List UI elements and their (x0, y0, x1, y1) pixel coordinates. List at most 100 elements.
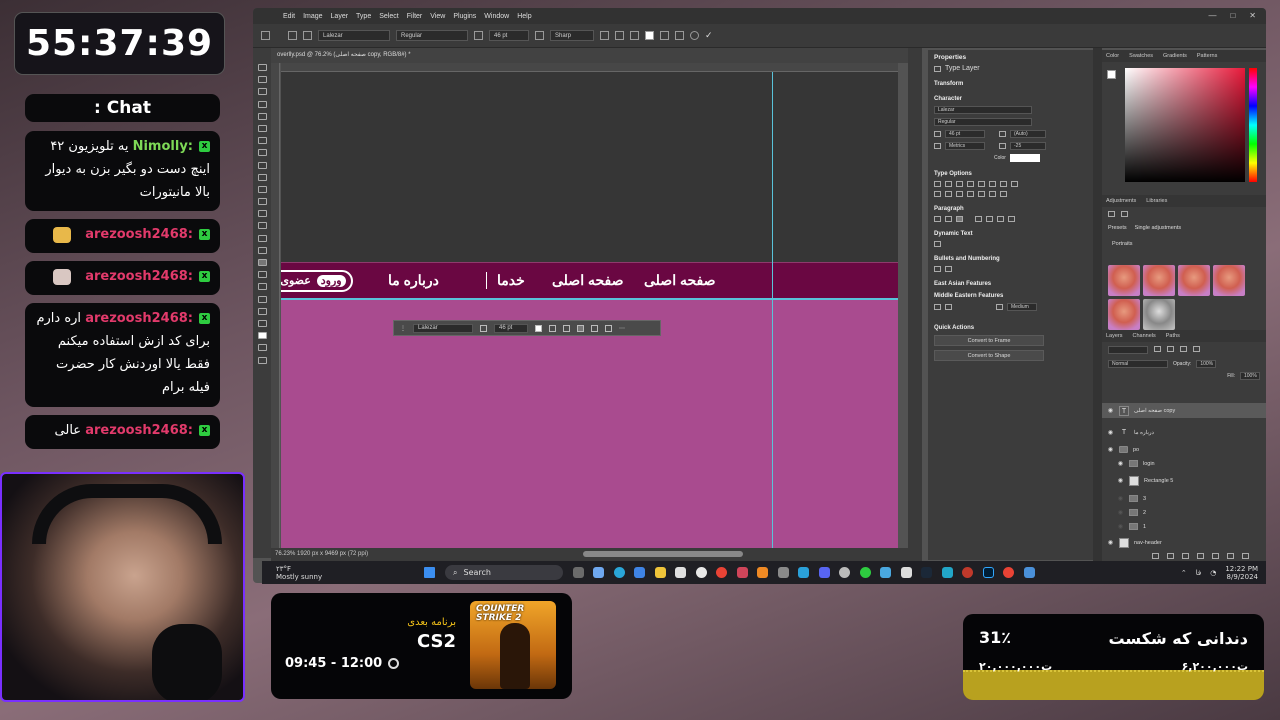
menu-plugins[interactable]: Plugins (453, 13, 476, 20)
brush-tool-icon[interactable] (257, 161, 267, 169)
type-tool-icon[interactable] (288, 31, 297, 40)
preset-thumb[interactable] (1178, 265, 1210, 296)
screen-mode-icon[interactable] (257, 356, 267, 364)
adjustment-layer-icon[interactable] (1197, 553, 1204, 559)
marquee-tool-icon[interactable] (257, 76, 267, 84)
more-options-icon[interactable]: ⋯ (619, 325, 625, 332)
float-color-swatch[interactable] (535, 324, 542, 332)
app-icon[interactable] (962, 567, 973, 578)
menu-layer[interactable]: Layer (331, 13, 349, 20)
eraser-tool-icon[interactable] (257, 198, 267, 206)
small-caps-icon[interactable] (967, 181, 974, 187)
hue-slider[interactable] (1249, 68, 1257, 182)
edge-icon[interactable] (613, 567, 625, 578)
menu-select[interactable]: Select (379, 13, 398, 20)
bullets-section[interactable]: Bullets and Numbering (934, 256, 1087, 262)
middle-eastern-section[interactable]: Middle Eastern Features (934, 293, 1087, 299)
menu-help[interactable]: Help (517, 13, 531, 20)
character-style-select[interactable]: Regular (934, 118, 1032, 126)
numbering-icon[interactable] (945, 266, 952, 272)
filter-adjust-icon[interactable] (1167, 346, 1174, 352)
dynamic-text-section[interactable]: Dynamic Text (934, 231, 1087, 237)
quick-mask-icon[interactable] (257, 344, 267, 352)
justify-center-icon[interactable] (986, 216, 993, 222)
layer-row[interactable]: ◉ 1 (1102, 519, 1266, 534)
tab-paths[interactable]: Paths (1166, 333, 1180, 339)
document-tab[interactable]: overlly.psd @ 76.2% (صفحه اصلی copy, RGB… (271, 48, 908, 63)
font-style-select[interactable]: Regular (396, 30, 468, 41)
visibility-eye-icon[interactable]: ◉ (1106, 429, 1115, 436)
color-picker-field[interactable] (1125, 68, 1245, 182)
close-window-icon[interactable]: ✕ (1249, 11, 1256, 20)
layer-row[interactable]: ◉ T درباره ما (1102, 425, 1266, 440)
warp-text-icon[interactable] (660, 31, 669, 40)
preset-thumb[interactable] (1143, 299, 1175, 330)
path-select-icon[interactable] (257, 271, 267, 279)
underline-icon[interactable] (1000, 181, 1007, 187)
store-icon[interactable] (634, 567, 645, 578)
home-icon[interactable] (261, 31, 270, 40)
justify-right-icon[interactable] (997, 216, 1004, 222)
fx-icon[interactable] (1167, 553, 1174, 559)
app-icon[interactable] (1023, 567, 1035, 578)
menu-edit[interactable]: Edit (283, 13, 295, 20)
align-right-icon[interactable] (630, 31, 639, 40)
filter-shape-icon[interactable] (1193, 346, 1200, 352)
steam-icon[interactable] (921, 567, 932, 578)
chrome-icon[interactable] (716, 567, 727, 578)
align-left-icon[interactable] (600, 31, 609, 40)
tracking-field[interactable]: -25 (1010, 142, 1046, 150)
commit-icon[interactable]: ✓ (705, 30, 713, 41)
tab-libraries[interactable]: Libraries (1146, 198, 1167, 204)
obs-icon[interactable] (839, 567, 850, 578)
app-icon[interactable] (941, 567, 953, 578)
discord-icon[interactable] (818, 567, 830, 578)
float-align-left-icon[interactable] (549, 324, 556, 332)
tab-adjustments[interactable]: Adjustments (1106, 198, 1136, 204)
east-asian-section[interactable]: East Asian Features (934, 281, 1087, 287)
app-icon[interactable] (777, 567, 789, 578)
leading-field[interactable]: (Auto) (1010, 130, 1046, 138)
link-layers-icon[interactable] (1152, 553, 1159, 559)
faux-bold-icon[interactable] (934, 181, 941, 187)
float-font-select[interactable]: Lalezar (413, 323, 473, 333)
type-options-section[interactable]: Type Options (934, 171, 1087, 177)
network-icon[interactable]: ◔ (1210, 569, 1216, 577)
cancel-icon[interactable] (690, 31, 699, 40)
alt-glyph-icon[interactable] (945, 191, 952, 197)
superscript-icon[interactable] (978, 181, 985, 187)
preset-thumb[interactable] (1143, 265, 1175, 296)
mask-icon[interactable] (1182, 553, 1189, 559)
layer-row[interactable]: ◉ login (1102, 456, 1266, 471)
visibility-eye-icon[interactable]: ◉ (1106, 407, 1115, 414)
para-center-icon[interactable] (945, 216, 952, 222)
dodge-tool-icon[interactable] (257, 234, 267, 242)
horizontal-scrollbar[interactable] (583, 551, 743, 557)
menu-type[interactable]: Type (356, 13, 371, 20)
justify-all-icon[interactable] (1008, 216, 1015, 222)
kashida-select[interactable]: Medium (1007, 303, 1037, 311)
type-tool-active-icon[interactable] (257, 259, 267, 266)
zoom-tool-icon[interactable] (257, 307, 267, 315)
layer-row[interactable]: ◉ po (1102, 442, 1266, 457)
all-caps-icon[interactable] (956, 181, 963, 187)
close-icon[interactable]: x (199, 229, 210, 240)
subscript-icon[interactable] (989, 181, 996, 187)
stamp-tool-icon[interactable] (257, 173, 267, 181)
close-icon[interactable]: x (199, 425, 210, 436)
chrome-icon[interactable] (1003, 567, 1014, 578)
widgets-icon[interactable] (593, 567, 604, 578)
tab-swatches[interactable]: Swatches (1129, 53, 1153, 59)
guide-line[interactable] (772, 72, 773, 548)
gradient-tool-icon[interactable] (257, 210, 267, 218)
stylistic-icon[interactable] (967, 191, 974, 197)
character-size-field[interactable]: 46 pt (945, 130, 985, 138)
eyedropper-icon[interactable] (257, 137, 267, 145)
menu-image[interactable]: Image (303, 13, 322, 20)
visibility-eye-icon[interactable]: ◉ (1106, 446, 1115, 453)
history-brush-icon[interactable] (257, 185, 267, 193)
float-align-center-icon[interactable] (563, 324, 570, 332)
drag-handle-icon[interactable]: ⋮ (400, 325, 406, 332)
float-warp-icon[interactable] (591, 324, 598, 332)
layer-row[interactable]: ◉ 3 (1102, 491, 1266, 506)
